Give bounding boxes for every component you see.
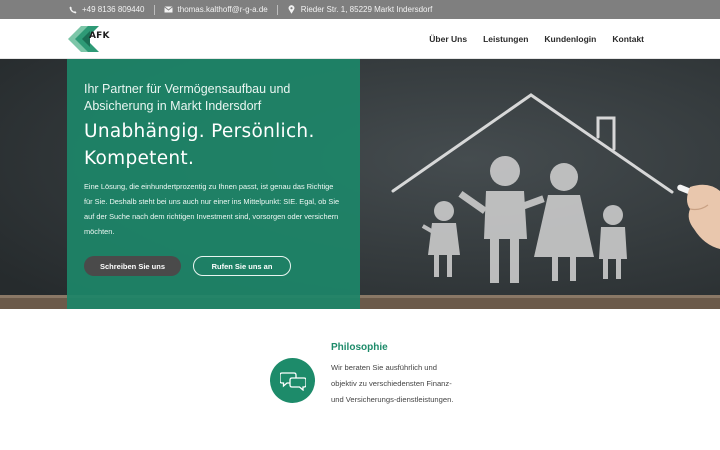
hero-headline: Unabhängig. Persönlich. Kompetent. bbox=[84, 121, 315, 169]
nav-item-ueber-uns[interactable]: Über Uns bbox=[429, 34, 467, 44]
philosophy-text: Wir beraten Sie ausführlich und objektiv… bbox=[331, 363, 454, 404]
logo-text: AFK bbox=[89, 31, 110, 41]
philosophy-icon-circle bbox=[270, 358, 315, 403]
speech-bubbles-icon bbox=[279, 371, 306, 391]
write-us-button[interactable]: Schreiben Sie uns bbox=[84, 256, 181, 276]
philosophy-title: Philosophie bbox=[331, 342, 388, 353]
site-header: AFK Über Uns Leistungen Kundenlogin Kont… bbox=[0, 19, 720, 59]
phone-icon bbox=[68, 5, 77, 14]
nav-item-kundenlogin[interactable]: Kundenlogin bbox=[544, 34, 596, 44]
map-pin-icon bbox=[287, 5, 296, 14]
hero-body-text: Eine Lösung, die einhundertprozentig zu … bbox=[84, 182, 340, 236]
hero-section: Ihr Partner für Vermögensaufbau und Absi… bbox=[0, 59, 720, 309]
email-contact[interactable]: thomas.kalthoff@r-g-a.de bbox=[163, 0, 268, 19]
nav-item-leistungen[interactable]: Leistungen bbox=[483, 34, 528, 44]
email-address: thomas.kalthoff@r-g-a.de bbox=[177, 5, 268, 14]
hero-buttons: Schreiben Sie uns Rufen Sie uns an bbox=[84, 256, 343, 276]
hero-lead: Ihr Partner für Vermögensaufbau und Absi… bbox=[84, 82, 291, 113]
call-us-button[interactable]: Rufen Sie uns an bbox=[193, 256, 291, 276]
envelope-icon bbox=[163, 5, 173, 14]
hero-panel: Ihr Partner für Vermögensaufbau und Absi… bbox=[67, 59, 360, 309]
philosophy-section: Philosophie Wir beraten Sie ausführlich … bbox=[0, 309, 720, 450]
divider bbox=[153, 4, 155, 15]
address-contact: Rieder Str. 1, 85229 Markt Indersdorf bbox=[287, 0, 433, 19]
address-text: Rieder Str. 1, 85229 Markt Indersdorf bbox=[300, 5, 433, 14]
divider bbox=[276, 4, 278, 15]
top-info-bar: +49 8136 809440 thomas.kalthoff@r-g-a.de… bbox=[0, 0, 720, 19]
main-nav: Über Uns Leistungen Kundenlogin Kontakt bbox=[413, 19, 644, 59]
phone-contact[interactable]: +49 8136 809440 bbox=[68, 0, 145, 19]
phone-number: +49 8136 809440 bbox=[82, 5, 145, 14]
nav-item-kontakt[interactable]: Kontakt bbox=[612, 34, 644, 44]
